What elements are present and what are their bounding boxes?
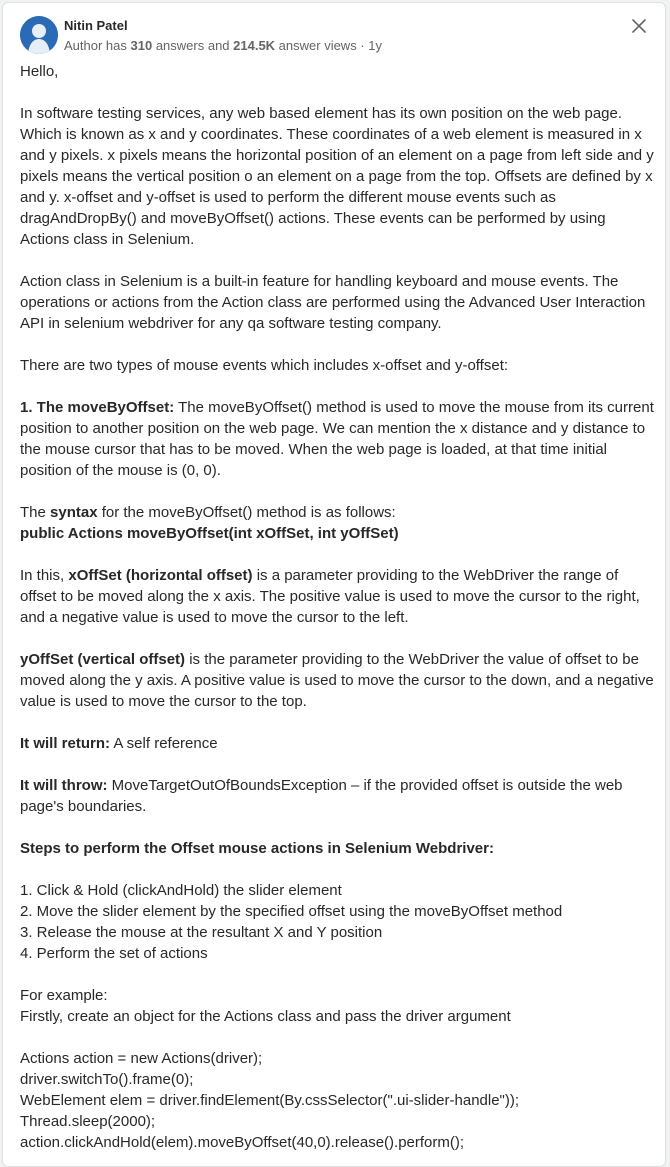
return-text: A self reference xyxy=(110,735,218,752)
move-heading: 1. The moveByOffset: xyxy=(20,399,175,416)
paragraph-mouse-events: There are two types of mouse events whic… xyxy=(20,357,509,374)
views-label: answer views xyxy=(275,38,357,53)
syntax-bold: syntax xyxy=(50,504,98,521)
syntax-post: for the moveByOffset() method is as foll… xyxy=(97,504,396,521)
close-button[interactable] xyxy=(629,16,649,36)
paragraph-xoffset: In this, xOffSet (horizontal offset) is … xyxy=(20,565,654,628)
throw-text: MoveTargetOutOfBoundsException – if the … xyxy=(20,777,623,815)
avatar[interactable] xyxy=(20,16,58,54)
author-credentials: Author has 310 answers and 214.5K answer… xyxy=(64,38,382,53)
meta-prefix: Author has xyxy=(64,38,131,53)
answer-body: Hello, In software testing services, any… xyxy=(20,61,654,1153)
throw-bold: It will throw: xyxy=(20,777,108,794)
example-text: Firstly, create an object for the Action… xyxy=(20,1008,511,1025)
greeting: Hello, xyxy=(20,63,59,80)
syntax-code: public Actions moveByOffset(int xOffSet,… xyxy=(20,525,399,542)
return-bold: It will return: xyxy=(20,735,110,752)
paragraph-return: It will return: A self reference xyxy=(20,733,654,754)
paragraph-syntax: The syntax for the moveByOffset() method… xyxy=(20,502,654,544)
answers-label: answers and xyxy=(152,38,234,53)
answer-card: Nitin Patel Author has 310 answers and 2… xyxy=(2,2,666,1167)
xoff-bold: xOffSet (horizontal offset) xyxy=(68,567,253,584)
paragraph-yoffset: yOffSet (vertical offset) is the paramet… xyxy=(20,649,654,712)
author-name[interactable]: Nitin Patel xyxy=(64,18,128,33)
timestamp[interactable]: 1y xyxy=(368,38,382,53)
example-label: For example: xyxy=(20,987,108,1004)
code-line: Thread.sleep(2000); xyxy=(20,1113,156,1130)
xoff-pre: In this, xyxy=(20,567,69,584)
close-icon xyxy=(632,19,646,33)
list-item: 4. Perform the set of actions xyxy=(20,945,208,962)
paragraph-action-class: Action class in Selenium is a built-in f… xyxy=(20,273,646,332)
code-line: Actions action = new Actions(driver); xyxy=(20,1050,263,1067)
avatar-silhouette xyxy=(20,16,58,54)
code-line: action.clickAndHold(elem).moveByOffset(4… xyxy=(20,1134,465,1151)
list-item: 1. Click & Hold (clickAndHold) the slide… xyxy=(20,882,342,899)
views-count: 214.5K xyxy=(233,38,276,53)
steps-heading: Steps to perform the Offset mouse action… xyxy=(20,838,654,859)
paragraph-throw: It will throw: MoveTargetOutOfBoundsExce… xyxy=(20,775,654,817)
paragraph-move-by-offset: 1. The moveByOffset: The moveByOffset() … xyxy=(20,397,654,481)
code-block: Actions action = new Actions(driver); dr… xyxy=(20,1048,654,1153)
list-item: 2. Move the slider element by the specif… xyxy=(20,903,563,920)
meta-separator: · xyxy=(356,38,369,53)
code-line: driver.switchTo().frame(0); xyxy=(20,1071,194,1088)
steps-list: 1. Click & Hold (clickAndHold) the slide… xyxy=(20,880,654,964)
answers-count: 310 xyxy=(130,38,153,53)
paragraph-intro: In software testing services, any web ba… xyxy=(20,105,654,248)
syntax-pre: The xyxy=(20,504,51,521)
steps-heading-text: Steps to perform the Offset mouse action… xyxy=(20,840,494,857)
yoff-bold: yOffSet (vertical offset) xyxy=(20,651,186,668)
paragraph-example: For example: Firstly, create an object fo… xyxy=(20,985,654,1027)
list-item: 3. Release the mouse at the resultant X … xyxy=(20,924,383,941)
code-line: WebElement elem = driver.findElement(By.… xyxy=(20,1092,520,1109)
